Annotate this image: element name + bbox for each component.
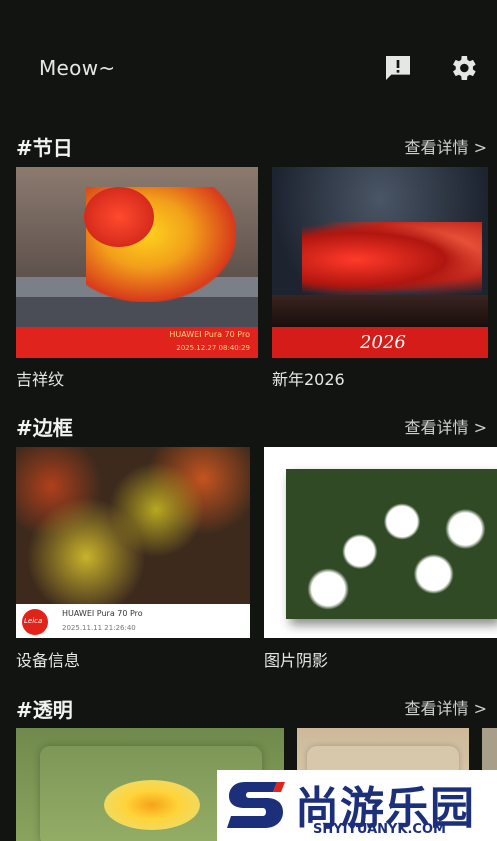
section-title-frame: #边框 <box>16 416 73 440</box>
view-details-link-frame[interactable]: 查看详情 > <box>405 414 488 438</box>
banner-device: HUAWEI Pura 70 Pro <box>169 330 250 339</box>
site-watermark: 尚游乐园 SHYIYUANYK.COM <box>217 770 497 841</box>
card-label-photo-shadow: 图片阴影 <box>264 651 329 670</box>
watermark-logo-icon <box>227 782 285 828</box>
dragon-dance-image <box>302 222 482 297</box>
view-details-link-festival[interactable]: 查看详情 > <box>405 134 488 158</box>
section-title-transparent: #透明 <box>16 698 73 722</box>
card-label-auspicious: 吉祥纹 <box>16 370 65 389</box>
card-label-device-info: 设备信息 <box>16 651 81 670</box>
watermark-url: SHYIYUANYK.COM <box>313 822 446 837</box>
feedback-icon[interactable] <box>382 52 414 84</box>
capture-date: 2025.11.11 21:26:40 <box>62 624 136 632</box>
app-title: Meow~ <box>39 56 116 80</box>
view-details-link-transparent[interactable]: 查看详情 > <box>405 695 488 719</box>
maple-leaves-image <box>16 447 250 604</box>
section-title-festival: #节日 <box>16 136 73 160</box>
red-banner: 2026 <box>272 327 488 358</box>
template-card-auspicious[interactable]: HUAWEI Pura 70 Pro 2025.12.27 08:40:29 <box>16 167 258 358</box>
device-model: HUAWEI Pura 70 Pro <box>62 609 143 618</box>
banner-date: 2025.12.27 08:40:29 <box>176 344 250 352</box>
template-card-new-year[interactable]: 2026 <box>272 167 488 358</box>
card-label-new-year: 新年2026 <box>272 370 345 389</box>
banner-year: 2026 <box>360 332 406 353</box>
app-header: Meow~ <box>0 0 497 110</box>
daisies-image <box>286 469 497 619</box>
template-card-photo-shadow[interactable] <box>264 447 497 638</box>
settings-icon[interactable] <box>447 52 479 84</box>
yellow-flower-image <box>104 780 200 830</box>
template-card-device-info[interactable]: Leica HUAWEI Pura 70 Pro 2025.11.11 21:2… <box>16 447 250 638</box>
leica-logo: Leica <box>22 609 48 635</box>
red-banner: HUAWEI Pura 70 Pro 2025.12.27 08:40:29 <box>16 327 258 358</box>
